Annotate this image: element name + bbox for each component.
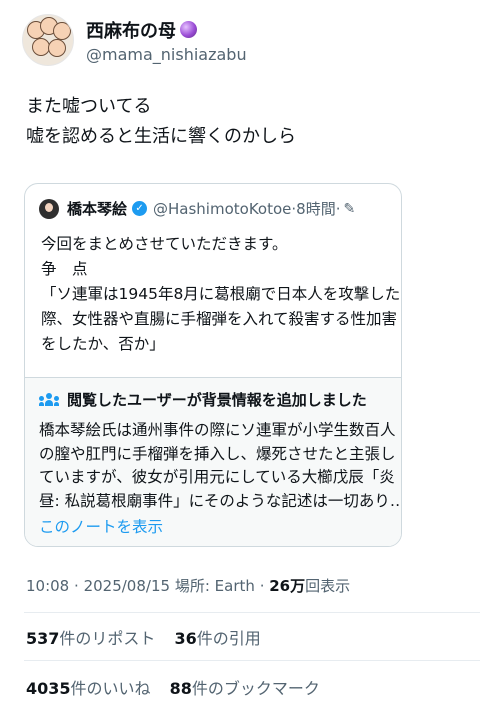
- crystal-ball-icon: [180, 21, 197, 38]
- author-display-name[interactable]: 西麻布の母: [86, 17, 176, 43]
- tweet-meta: 10:08 · 2025/08/15 場所: Earth · 26万回表示: [26, 575, 350, 596]
- community-note: 閲覧したユーザーが背景情報を追加しました 橋本琴絵氏は通州事件の際にソ連軍が小学…: [25, 377, 402, 546]
- separator-dot: ·: [259, 577, 265, 595]
- quoted-text-line: 際、女性器や直腸に手榴弾を入れて殺害する性加害: [41, 310, 398, 328]
- quoted-tweet-text: 今回をまとめさせていただきます。 争 点 「ソ連軍は1945年8月に葛根廟で日本…: [41, 232, 401, 357]
- note-text-line: 昼: 私説葛根廟事件」にそのような記述は一切あり…: [39, 491, 402, 510]
- users-icon: [39, 392, 59, 407]
- quoted-tweet-card[interactable]: 橋本琴絵 ✓ @HashimotoKotoe · 8時間 · ✎ 今回をまとめさ…: [24, 183, 402, 547]
- reposts-stat[interactable]: 537件のリポスト: [26, 629, 155, 648]
- divider: [24, 660, 480, 661]
- likes-stat[interactable]: 4035件のいいね: [26, 679, 151, 698]
- quoted-text-line: 争 点: [41, 260, 88, 278]
- bookmarks-stat[interactable]: 88件のブックマーク: [170, 679, 320, 698]
- separator-dot: ·: [74, 577, 79, 595]
- author-handle[interactable]: @mama_nishiazabu: [86, 45, 247, 64]
- tweet-time[interactable]: 10:08: [26, 577, 69, 595]
- author-info: 西麻布の母 @mama_nishiazabu: [86, 17, 247, 64]
- note-text-line: 橋本琴絵氏は通州事件の際にソ連軍が小学生数百人: [39, 421, 396, 439]
- community-note-title-text: 閲覧したユーザーが背景情報を追加しました: [67, 391, 367, 409]
- bookmarks-count: 88: [169, 679, 192, 698]
- community-note-body: 橋本琴絵氏は通州事件の際にソ連軍が小学生数百人 の膣や肛門に手榴弾を挿入し、爆死…: [39, 419, 402, 513]
- quoted-handle: @HashimotoKotoe: [153, 199, 292, 218]
- quoted-time: 8時間: [296, 200, 336, 218]
- community-note-title: 閲覧したユーザーが背景情報を追加しました: [39, 389, 367, 410]
- views-label: 回表示: [305, 577, 351, 595]
- tweet-header: 西麻布の母 @mama_nishiazabu: [22, 12, 247, 68]
- avatar[interactable]: [22, 14, 74, 66]
- note-text-line: の膣や肛門に手榴弾を挿入し、爆死させたと主張し: [39, 444, 396, 463]
- quoted-text-line: 今回をまとめさせていただきます。: [41, 235, 288, 253]
- edit-icon: ✎: [343, 200, 356, 217]
- views-count: 26万: [269, 577, 306, 595]
- tweet-text-line: また嘘ついてる: [26, 96, 152, 117]
- quotes-stat[interactable]: 36件の引用: [175, 629, 261, 648]
- reposts-count: 537: [26, 629, 60, 648]
- verified-badge-icon: ✓: [132, 201, 148, 216]
- author-display-name-row[interactable]: 西麻布の母: [86, 17, 247, 43]
- likes-label: 件のいいね: [70, 679, 151, 698]
- tweet-text: また嘘ついてる 嘘を認めると生活に響くのかしら: [26, 92, 296, 152]
- likes-count: 4035: [26, 679, 71, 698]
- quoted-display-name: 橋本琴絵: [67, 200, 128, 218]
- engagement-row-1: 537件のリポスト 36件の引用: [26, 625, 261, 649]
- quoted-tweet-header: 橋本琴絵 ✓ @HashimotoKotoe · 8時間 · ✎: [39, 198, 355, 219]
- quotes-label: 件の引用: [196, 629, 261, 648]
- tweet-date[interactable]: 2025/08/15: [84, 577, 170, 595]
- engagement-row-2: 4035件のいいね 88件のブックマーク: [26, 675, 320, 699]
- location-value: Earth: [214, 577, 255, 595]
- bookmarks-label: 件のブックマーク: [191, 679, 320, 698]
- quoted-text-line: をしたか、否か」: [41, 335, 165, 353]
- quoted-avatar: [39, 198, 59, 219]
- location-label: 場所:: [174, 577, 210, 595]
- note-text-line: ていますが、彼女が引用元にしている大櫛戊辰「炎: [39, 468, 395, 486]
- quoted-text-line: 「ソ連軍は1945年8月に葛根廟で日本人を攻撃した: [41, 285, 401, 303]
- view-note-link[interactable]: このノートを表示: [39, 515, 163, 537]
- divider: [24, 612, 480, 613]
- separator-dot: ·: [335, 199, 341, 218]
- tweet-text-line: 嘘を認めると生活に響くのかしら: [26, 126, 296, 147]
- reposts-label: 件のリポスト: [59, 629, 156, 648]
- quotes-count: 36: [174, 629, 197, 648]
